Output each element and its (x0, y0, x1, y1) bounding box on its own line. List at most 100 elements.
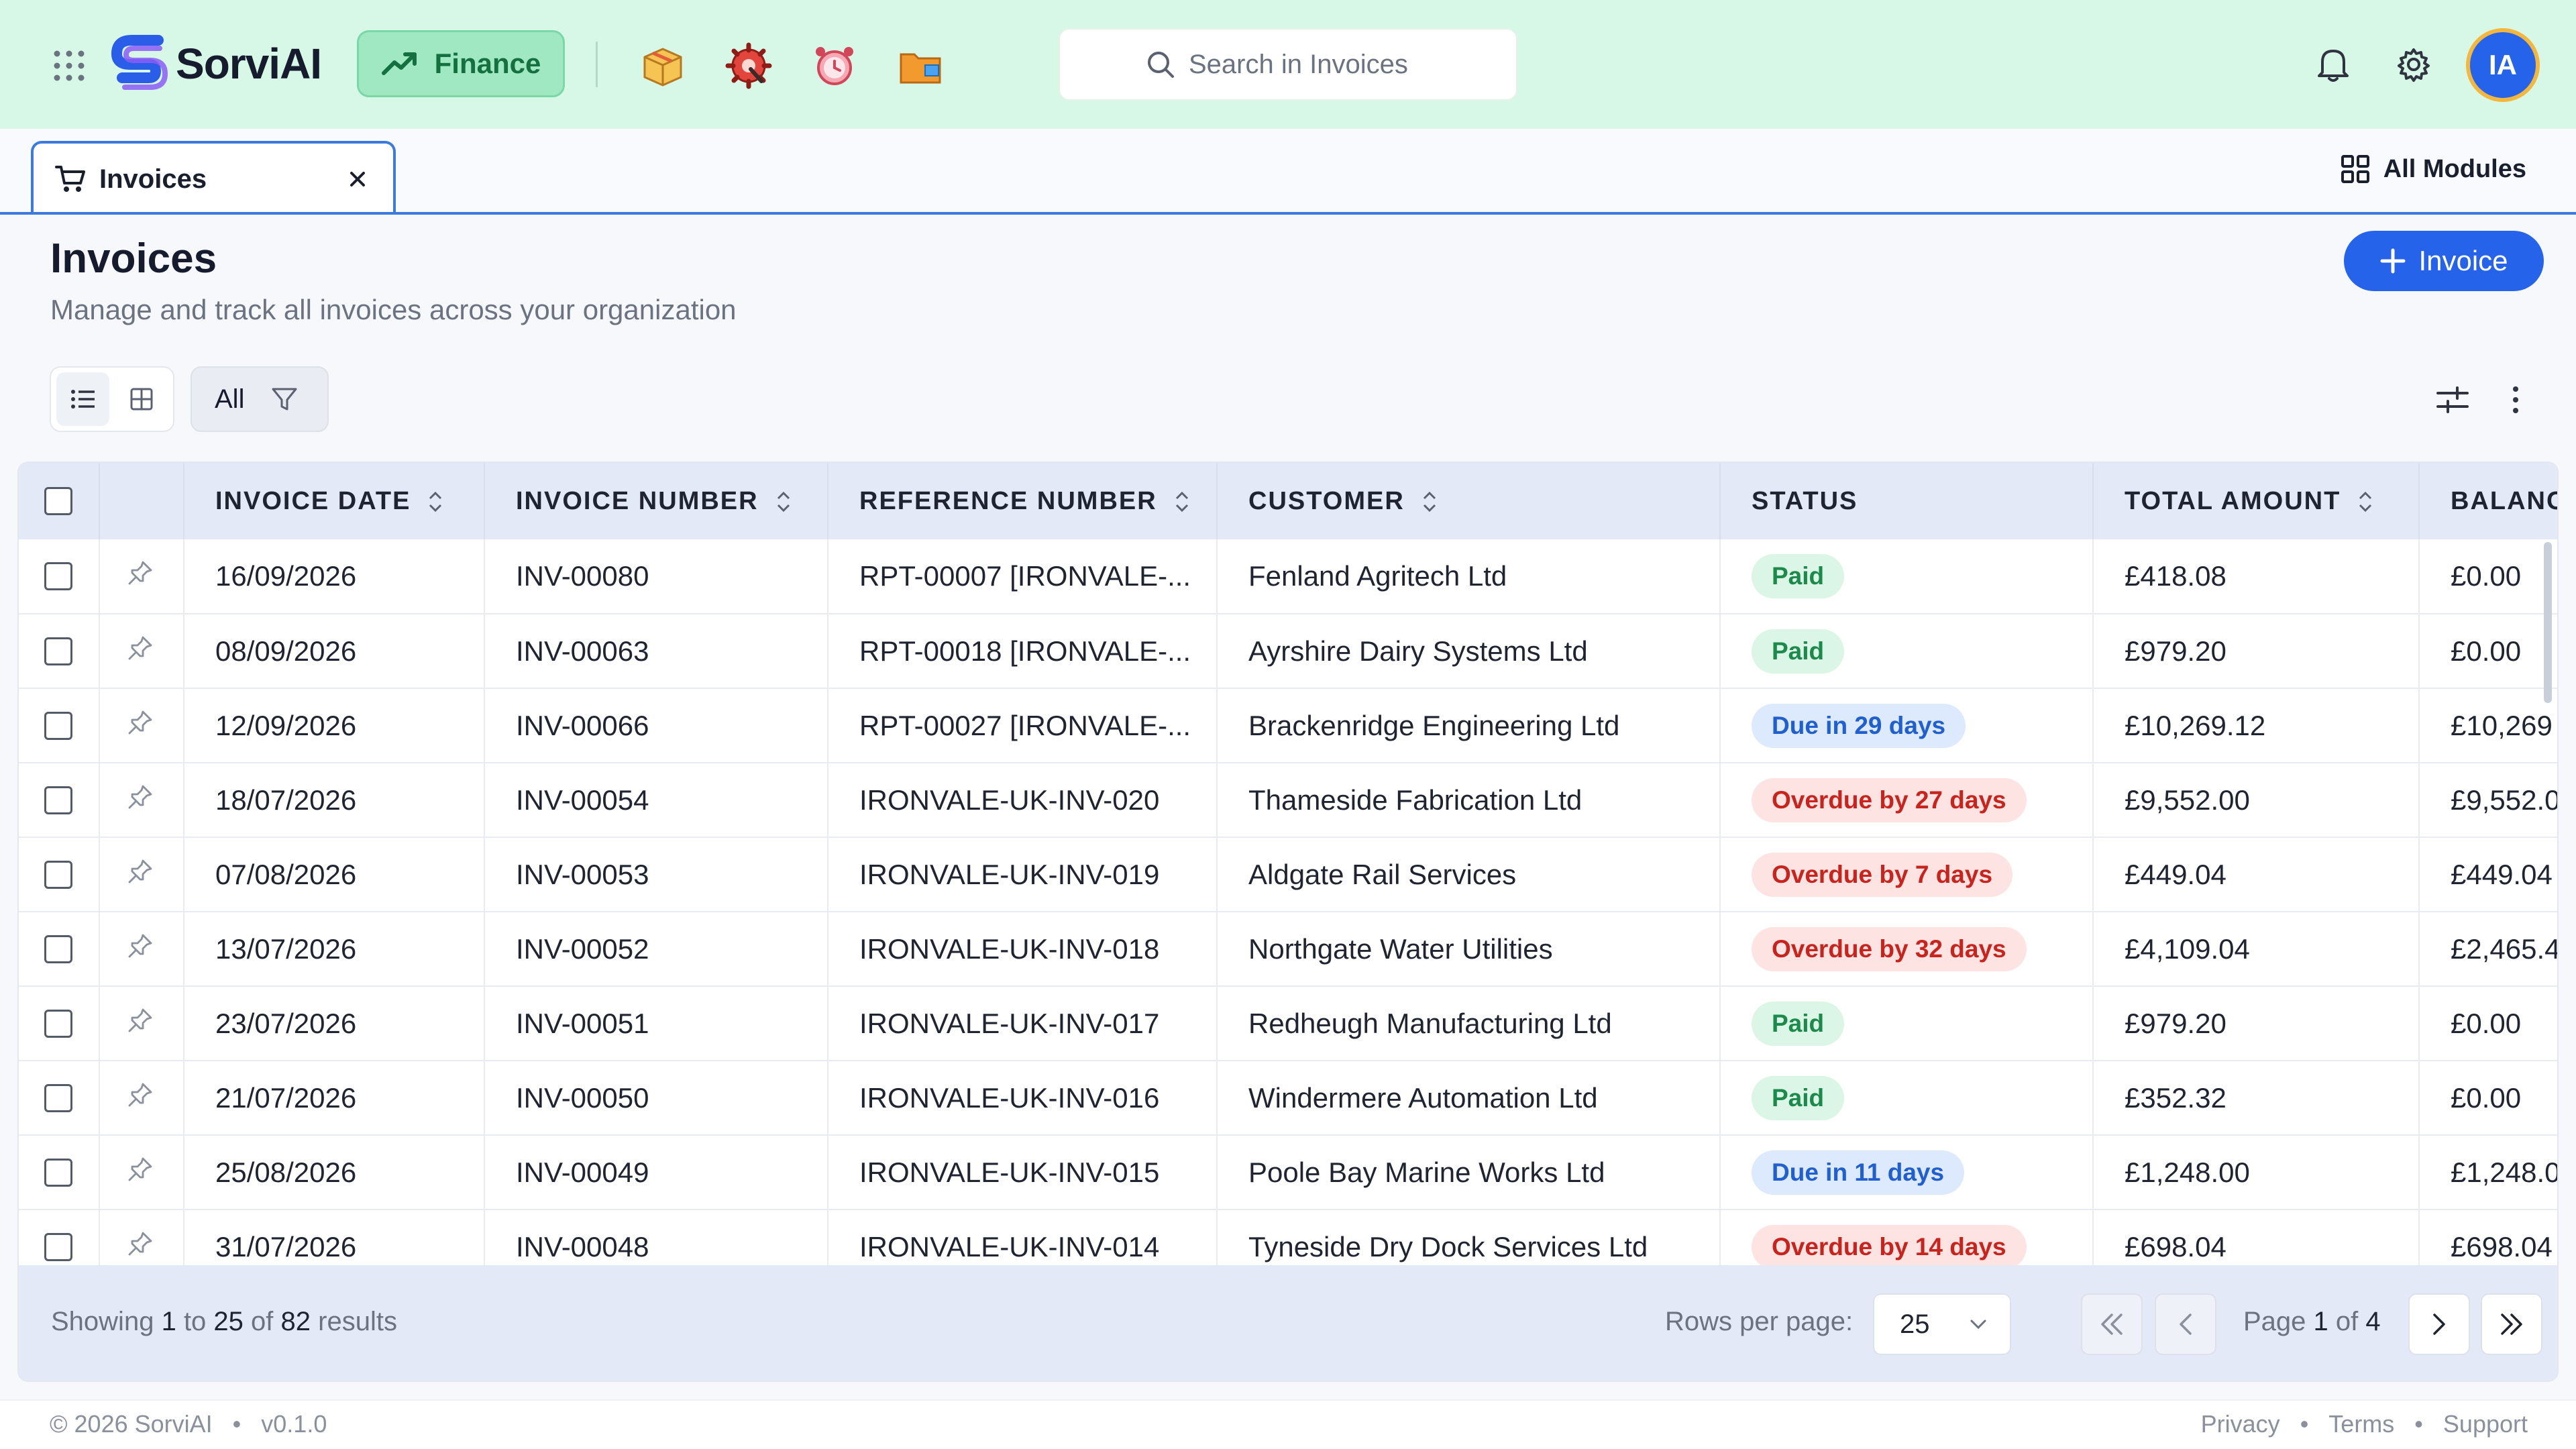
table-row[interactable]: 25/08/2026 INV-00049 IRONVALE-UK-INV-015 Po… (19, 1135, 2557, 1210)
cell-invoice-number[interactable]: INV-00049 (484, 1135, 828, 1210)
pin-icon[interactable] (127, 559, 154, 586)
row-select-cell (19, 763, 100, 837)
sort-icon[interactable] (428, 490, 443, 514)
brand-logo[interactable]: SorviAI (111, 34, 322, 94)
filter-all-button[interactable]: All (215, 384, 244, 415)
vertical-scrollbar[interactable] (2544, 542, 2552, 703)
table-row[interactable]: 07/08/2026 INV-00053 IRONVALE-UK-INV-019 Al… (19, 837, 2557, 912)
pin-icon[interactable] (127, 1230, 154, 1257)
close-icon[interactable] (346, 168, 369, 191)
previous-page-button[interactable] (2155, 1293, 2216, 1355)
cell-invoice-number[interactable]: INV-00050 (484, 1061, 828, 1135)
list-view-button[interactable] (56, 372, 109, 426)
row-checkbox[interactable] (44, 860, 72, 889)
cell-invoice-number[interactable]: INV-00048 (484, 1210, 828, 1265)
row-checkbox[interactable] (44, 1009, 72, 1038)
row-checkbox[interactable] (44, 711, 72, 740)
sort-icon[interactable] (776, 490, 791, 514)
cell-customer[interactable]: Windermere Automation Ltd (1217, 1061, 1721, 1135)
pin-icon[interactable] (127, 1156, 154, 1183)
settings-gear-icon[interactable] (2394, 44, 2434, 85)
table-row[interactable]: 13/07/2026 INV-00052 IRONVALE-UK-INV-018 No… (19, 912, 2557, 986)
more-options-icon[interactable] (2497, 381, 2534, 419)
first-page-button[interactable] (2081, 1293, 2143, 1355)
pin-icon[interactable] (127, 1007, 154, 1034)
table-row[interactable]: 18/07/2026 INV-00054 IRONVALE-UK-INV-020 Th… (19, 763, 2557, 837)
tab-invoices[interactable]: Invoices (31, 141, 396, 215)
pin-icon[interactable] (127, 635, 154, 661)
pin-icon[interactable] (127, 709, 154, 736)
row-pin-cell (99, 986, 184, 1061)
cell-status: Overdue by 27 days (1720, 763, 2094, 837)
cell-reference-number: RPT-00018 [IRONVALE-... (828, 614, 1218, 688)
row-checkbox[interactable] (44, 562, 72, 590)
support-link[interactable]: Support (2443, 1410, 2528, 1438)
apps-grid-icon[interactable] (52, 49, 86, 83)
grid-view-button[interactable] (115, 372, 168, 426)
cell-invoice-number[interactable]: INV-00052 (484, 912, 828, 986)
cell-customer[interactable]: Tyneside Dry Dock Services Ltd (1217, 1210, 1721, 1265)
table-row[interactable]: 21/07/2026 INV-00050 IRONVALE-UK-INV-016 Wi… (19, 1061, 2557, 1135)
alarm-clock-app-icon[interactable] (809, 40, 860, 91)
row-select-cell (19, 688, 100, 763)
cell-invoice-number[interactable]: INV-00066 (484, 688, 828, 763)
sort-icon[interactable] (1422, 490, 1437, 514)
table-row[interactable]: 23/07/2026 INV-00051 IRONVALE-UK-INV-017 Re… (19, 986, 2557, 1061)
cell-customer[interactable]: Brackenridge Engineering Ltd (1217, 688, 1721, 763)
add-invoice-button[interactable]: Invoice (2344, 231, 2544, 291)
gear-app-icon[interactable] (723, 40, 774, 91)
privacy-link[interactable]: Privacy (2201, 1410, 2280, 1438)
pin-icon[interactable] (127, 784, 154, 810)
terms-link[interactable]: Terms (2328, 1410, 2394, 1438)
status-badge: Overdue by 32 days (1752, 926, 2027, 971)
table-row[interactable]: 08/09/2026 INV-00063 RPT-00018 [IRONVALE-.… (19, 614, 2557, 688)
table-row[interactable]: 12/09/2026 INV-00066 RPT-00027 [IRONVALE-.… (19, 688, 2557, 763)
column-header-customer[interactable]: CUSTOMER (1217, 463, 1721, 539)
folder-app-icon[interactable] (895, 40, 946, 91)
column-header-total-amount[interactable]: TOTAL AMOUNT (2093, 463, 2420, 539)
search-input[interactable] (1189, 49, 1430, 80)
row-checkbox[interactable] (44, 934, 72, 963)
column-settings-sliders-icon[interactable] (2434, 381, 2471, 419)
module-switcher[interactable]: Finance (357, 30, 565, 97)
column-header-invoice-date[interactable]: INVOICE DATE (184, 463, 485, 539)
pin-icon[interactable] (127, 932, 154, 959)
cell-invoice-number[interactable]: INV-00053 (484, 837, 828, 912)
table-scroll-area[interactable]: INVOICE DATE INVOICE NUMBER REFERENCE NU… (19, 463, 2557, 1265)
pin-icon[interactable] (127, 858, 154, 885)
cell-customer[interactable]: Ayrshire Dairy Systems Ltd (1217, 614, 1721, 688)
row-checkbox[interactable] (44, 1232, 72, 1261)
last-page-button[interactable] (2481, 1293, 2542, 1355)
column-header-invoice-number[interactable]: INVOICE NUMBER (484, 463, 828, 539)
pin-icon[interactable] (127, 1081, 154, 1108)
row-checkbox[interactable] (44, 1083, 72, 1112)
user-avatar[interactable]: IA (2466, 28, 2540, 102)
row-checkbox[interactable] (44, 786, 72, 814)
row-checkbox[interactable] (44, 1158, 72, 1187)
rows-per-page-select[interactable]: 25 (1873, 1293, 2011, 1355)
row-checkbox[interactable] (44, 637, 72, 665)
sort-icon[interactable] (1175, 490, 1189, 514)
cell-customer[interactable]: Northgate Water Utilities (1217, 912, 1721, 986)
column-header-balance[interactable]: BALANCE (2419, 463, 2557, 539)
sort-icon[interactable] (2358, 490, 2373, 514)
cell-invoice-number[interactable]: INV-00054 (484, 763, 828, 837)
cell-customer[interactable]: Thameside Fabrication Ltd (1217, 763, 1721, 837)
filter-funnel-icon[interactable] (271, 386, 298, 413)
cell-invoice-number[interactable]: INV-00080 (484, 539, 828, 614)
cell-invoice-number[interactable]: INV-00051 (484, 986, 828, 1061)
next-page-button[interactable] (2408, 1293, 2470, 1355)
column-header-reference-number[interactable]: REFERENCE NUMBER (828, 463, 1218, 539)
bell-icon[interactable] (2313, 44, 2353, 85)
table-row[interactable]: 31/07/2026 INV-00048 IRONVALE-UK-INV-014 Ty… (19, 1210, 2557, 1265)
global-search[interactable] (1059, 28, 1517, 101)
cell-customer[interactable]: Poole Bay Marine Works Ltd (1217, 1135, 1721, 1210)
select-all-checkbox[interactable] (44, 487, 72, 515)
table-row[interactable]: 16/09/2026 INV-00080 RPT-00007 [IRONVALE-.… (19, 539, 2557, 614)
box-app-icon[interactable] (637, 40, 688, 91)
cell-customer[interactable]: Redheugh Manufacturing Ltd (1217, 986, 1721, 1061)
cell-customer[interactable]: Aldgate Rail Services (1217, 837, 1721, 912)
all-modules-button[interactable]: All Modules (2341, 154, 2526, 184)
cell-invoice-number[interactable]: INV-00063 (484, 614, 828, 688)
cell-customer[interactable]: Fenland Agritech Ltd (1217, 539, 1721, 614)
